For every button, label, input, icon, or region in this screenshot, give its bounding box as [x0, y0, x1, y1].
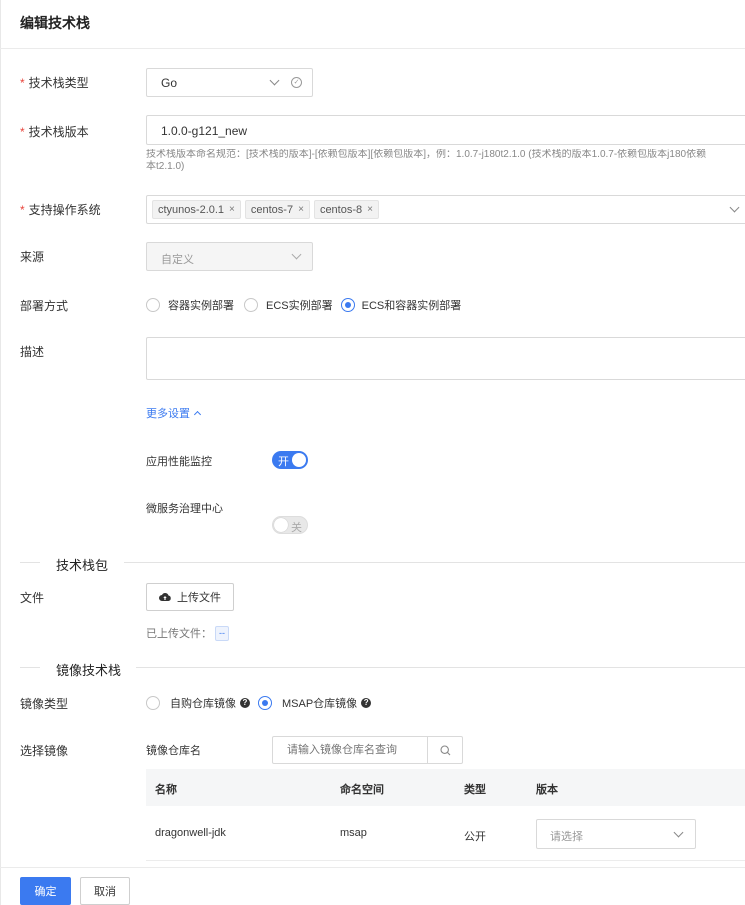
header-divider: [0, 48, 745, 49]
uploaded-files: 已上传文件： --: [146, 625, 229, 641]
image-type-radio-own[interactable]: [146, 696, 160, 710]
image-type-option-own[interactable]: 自购仓库镜像: [170, 695, 236, 711]
required-mark: *: [20, 203, 25, 217]
apm-toggle[interactable]: 开: [272, 451, 308, 469]
toggle-knob: [274, 518, 288, 532]
stack-type-label: * 技术栈类型: [20, 74, 89, 91]
cell-name: dragonwell-jdk: [155, 827, 226, 839]
toggle-state-label: 开: [278, 456, 289, 468]
os-label: * 支持操作系统: [20, 201, 101, 218]
more-settings-label: 更多设置: [146, 408, 190, 420]
deploy-option-ecs[interactable]: ECS实例部署: [266, 297, 333, 313]
os-label-text: 支持操作系统: [28, 203, 101, 217]
repo-label: 镜像仓库名: [146, 745, 201, 757]
section-divider: [136, 667, 745, 668]
chevron-down-icon: [269, 75, 280, 86]
check-circle-icon: ✓: [291, 77, 302, 88]
section-divider: [20, 562, 40, 563]
select-image-label: 选择镜像: [20, 744, 69, 758]
close-icon[interactable]: ×: [229, 204, 235, 215]
chevron-down-icon: [729, 202, 740, 213]
more-settings-link[interactable]: 更多设置: [146, 405, 202, 421]
section-divider: [124, 562, 745, 563]
cell-namespace: msap: [340, 827, 367, 839]
stack-version-hint-2: 本t2.1.0): [146, 161, 185, 172]
package-section-title: 技术栈包: [56, 558, 109, 573]
repo-search-box: [272, 736, 463, 764]
chevron-down-icon: [673, 827, 684, 838]
deploy-option-container[interactable]: 容器实例部署: [168, 297, 234, 313]
toggle-knob: [292, 453, 306, 467]
cell-type: 公开: [464, 831, 486, 843]
msc-toggle[interactable]: 关: [272, 516, 308, 534]
uploaded-label: 已上传文件：: [146, 628, 212, 640]
column-header-namespace: 命名空间: [340, 784, 384, 796]
table-header: 名称 命名空间 类型 版本: [146, 769, 745, 806]
footer-divider: [0, 867, 745, 868]
os-chip[interactable]: centos-8 ×: [313, 200, 379, 219]
stack-type-select[interactable]: Go ✓: [146, 68, 313, 97]
os-chip-label: centos-8: [319, 203, 363, 216]
help-icon[interactable]: ?: [240, 698, 250, 708]
stack-version-value: 1.0.0-g121_new: [161, 124, 248, 138]
image-type-radio-msap[interactable]: [258, 696, 272, 710]
deploy-radio-container[interactable]: [146, 298, 160, 312]
deploy-radio-group: 容器实例部署 ECS实例部署 ECS和容器实例部署: [146, 297, 461, 313]
deploy-radio-both[interactable]: [340, 298, 355, 312]
deploy-label: 部署方式: [20, 299, 69, 313]
cloud-upload-icon: [159, 593, 171, 601]
search-icon: [439, 744, 450, 755]
column-header-name: 名称: [155, 784, 177, 796]
version-select[interactable]: 请选择: [536, 819, 696, 849]
image-type-option-msap[interactable]: MSAP仓库镜像: [282, 695, 357, 711]
stack-version-hint-1: 技术栈版本命名规范：[技术栈的版本]-[依赖包版本][依赖包版本]，例：1.0.…: [146, 149, 707, 160]
chevron-up-icon: [193, 410, 202, 419]
deploy-radio-ecs[interactable]: [244, 298, 258, 312]
file-label: 文件: [20, 591, 45, 605]
os-chip[interactable]: ctyunos-2.0.1 ×: [152, 200, 241, 219]
source-value: 自定义: [161, 254, 194, 266]
close-icon[interactable]: ×: [298, 204, 304, 215]
os-chip-label: centos-7: [250, 203, 294, 216]
msc-label: 微服务治理中心: [146, 503, 223, 515]
window-edge: [0, 0, 1, 905]
cancel-button[interactable]: 取消: [80, 877, 130, 905]
upload-button-label: 上传文件: [177, 592, 221, 604]
source-label: 来源: [20, 250, 45, 264]
help-icon[interactable]: ?: [361, 698, 372, 708]
description-label: 描述: [20, 345, 45, 359]
chevron-down-icon: [291, 249, 302, 260]
description-textarea[interactable]: [146, 337, 745, 380]
stack-type-value: Go: [161, 76, 178, 90]
repo-search-input[interactable]: [273, 737, 427, 763]
os-multiselect[interactable]: ctyunos-2.0.1 × centos-7 × centos-8 ×: [146, 195, 745, 224]
upload-file-button[interactable]: 上传文件: [146, 583, 234, 611]
stack-version-label: * 技术栈版本: [20, 123, 89, 140]
close-icon[interactable]: ×: [367, 204, 373, 215]
os-chip-label: ctyunos-2.0.1: [158, 203, 225, 216]
table-row: dragonwell-jdk msap 公开 请选择: [146, 806, 745, 861]
confirm-button[interactable]: 确定: [20, 877, 71, 905]
column-header-version: 版本: [536, 784, 558, 796]
stack-version-label-text: 技术栈版本: [28, 125, 89, 139]
required-mark: *: [20, 125, 25, 139]
required-mark: *: [20, 76, 25, 90]
dialog-title: 编辑技术栈: [20, 15, 90, 31]
image-type-label: 镜像类型: [20, 697, 69, 711]
uploaded-value: --: [215, 625, 229, 641]
image-type-radio-group: 自购仓库镜像 ? MSAP仓库镜像 ?: [146, 695, 372, 711]
toggle-state-label: 关: [291, 522, 302, 534]
image-section-title: 镜像技术栈: [56, 663, 122, 678]
version-placeholder: 请选择: [550, 831, 583, 843]
apm-label: 应用性能监控: [146, 456, 212, 468]
section-divider: [20, 667, 40, 668]
deploy-option-both[interactable]: ECS和容器实例部署: [362, 297, 462, 313]
os-chip[interactable]: centos-7 ×: [244, 200, 310, 219]
stack-type-label-text: 技术栈类型: [28, 76, 89, 90]
search-button[interactable]: [428, 737, 462, 763]
stack-version-input[interactable]: 1.0.0-g121_new: [146, 115, 745, 145]
column-header-type: 类型: [464, 784, 486, 796]
source-select: 自定义: [146, 242, 313, 271]
